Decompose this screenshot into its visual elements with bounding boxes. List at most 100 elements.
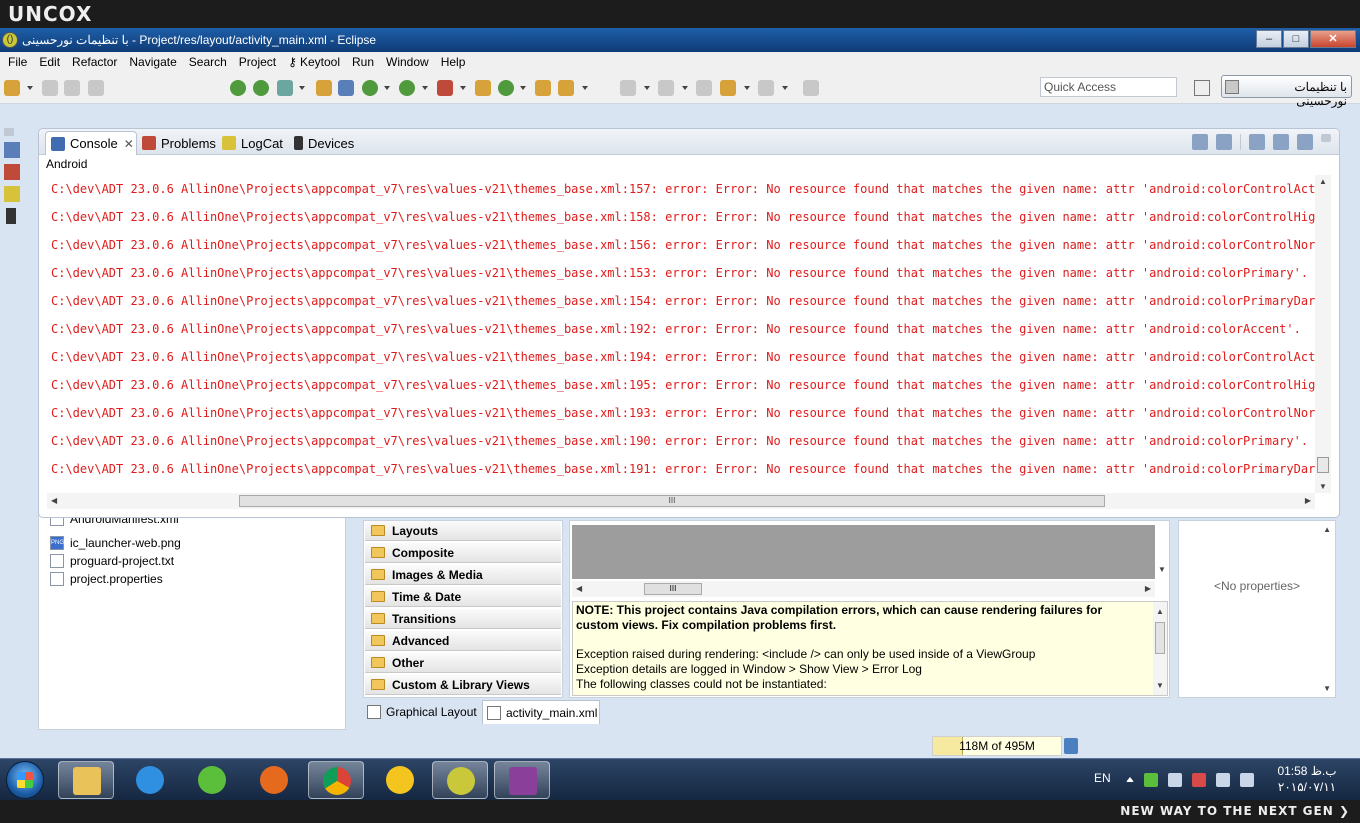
error-line[interactable]: Exception details are logged in Window >…	[576, 662, 1164, 677]
scroll-up-icon[interactable]: ▲	[1319, 177, 1327, 186]
new-java-package-icon[interactable]	[475, 80, 491, 96]
scrollbar-thumb[interactable]	[1155, 622, 1165, 654]
lint-check-icon[interactable]	[277, 80, 293, 96]
scroll-right-icon[interactable]: ▶	[1305, 496, 1311, 505]
taskbar-app[interactable]	[494, 761, 550, 799]
canvas-horizontal-scrollbar[interactable]: ◀ III ▶	[572, 581, 1155, 597]
tab-console[interactable]: Console ✕	[45, 131, 137, 155]
maximize-button[interactable]: □	[1283, 30, 1309, 48]
taskbar-app[interactable]	[432, 761, 488, 799]
scroll-lock-icon[interactable]	[1216, 134, 1232, 150]
logcat-side-icon[interactable]	[4, 186, 20, 202]
scroll-up-icon[interactable]: ▲	[1323, 525, 1331, 534]
previous-annotation-dropdown-icon[interactable]	[682, 86, 688, 90]
quick-access-input[interactable]: Quick Access	[1040, 77, 1177, 97]
action-center-icon[interactable]	[1192, 773, 1206, 787]
debug-icon[interactable]	[362, 80, 378, 96]
garbage-collect-icon[interactable]	[1064, 738, 1078, 754]
close-button[interactable]: ✕	[1310, 30, 1356, 48]
next-annotation-dropdown-icon[interactable]	[644, 86, 650, 90]
menu-run[interactable]: Run	[348, 55, 382, 69]
pin-editor-icon[interactable]	[803, 80, 819, 96]
taskbar-app[interactable]	[246, 761, 302, 799]
network-icon[interactable]	[1240, 773, 1254, 787]
menu-navigate[interactable]: Navigate	[125, 55, 184, 69]
pin-console-icon[interactable]	[1249, 134, 1265, 150]
next-annotation-icon[interactable]	[620, 80, 636, 96]
minimize-view-icon[interactable]	[1321, 134, 1331, 142]
open-type-icon[interactable]	[535, 80, 551, 96]
tab-graphical-layout[interactable]: Graphical Layout	[363, 700, 479, 724]
file-item[interactable]: project.properties	[50, 570, 163, 588]
new-android-project-icon[interactable]	[316, 80, 332, 96]
scroll-left-icon[interactable]: ◀	[576, 584, 582, 593]
android-avd-manager-icon[interactable]	[253, 80, 269, 96]
new-class-dropdown-icon[interactable]	[520, 86, 526, 90]
outline-icon[interactable]	[4, 164, 20, 180]
menu-project[interactable]: Project	[235, 55, 284, 69]
taskbar-app[interactable]	[58, 761, 114, 799]
package-explorer-icon[interactable]	[4, 142, 20, 158]
lint-dropdown-icon[interactable]	[299, 86, 305, 90]
open-perspective-icon[interactable]	[1194, 80, 1210, 96]
last-edit-location-icon[interactable]	[696, 80, 712, 96]
scroll-right-icon[interactable]: ▶	[1145, 584, 1151, 593]
back-icon[interactable]	[720, 80, 736, 96]
menu-file[interactable]: File	[4, 55, 35, 69]
language-indicator[interactable]: EN	[1094, 771, 1111, 785]
menu-search[interactable]: Search	[185, 55, 235, 69]
debug-dropdown-icon[interactable]	[384, 86, 390, 90]
scrollbar-thumb[interactable]: III	[239, 495, 1105, 507]
tab-logcat[interactable]: LogCat	[217, 131, 289, 155]
palette-category-images-media[interactable]: Images & Media	[365, 565, 561, 585]
taskbar-app[interactable]	[122, 761, 178, 799]
android-sdk-manager-icon[interactable]	[230, 80, 246, 96]
scroll-left-icon[interactable]: ◀	[51, 496, 57, 505]
external-tools-icon[interactable]	[437, 80, 453, 96]
palette-category-advanced[interactable]: Advanced	[365, 631, 561, 651]
tray-app-icon[interactable]	[1144, 773, 1158, 787]
layout-canvas[interactable]	[572, 525, 1155, 579]
run-icon[interactable]	[399, 80, 415, 96]
clock[interactable]: ب.ظ 01:58 ۲۰۱۵/۰۷/۱۱	[1272, 763, 1342, 795]
scroll-down-icon[interactable]: ▼	[1323, 684, 1331, 693]
taskbar-app[interactable]	[372, 761, 428, 799]
taskbar-app[interactable]	[308, 761, 364, 799]
show-hidden-icons-icon[interactable]	[1126, 777, 1134, 782]
eclipse-app-icon[interactable]: ()	[2, 32, 18, 48]
menu-help[interactable]: Help	[437, 55, 474, 69]
canvas-scroll-down-icon[interactable]: ▼	[1158, 565, 1166, 574]
menu-keytool[interactable]: ⚷ Keytool	[284, 55, 348, 69]
console-vertical-scrollbar[interactable]: ▲ ▼	[1315, 175, 1331, 493]
file-item[interactable]: PNG ic_launcher-web.png	[50, 534, 181, 552]
note-vertical-scrollbar[interactable]: ▲ ▼	[1153, 602, 1167, 695]
scrollbar-thumb[interactable]: III	[644, 583, 702, 595]
new-java-class-icon[interactable]	[498, 80, 514, 96]
palette-category-other[interactable]: Other	[365, 653, 561, 673]
volume-icon[interactable]	[1216, 773, 1230, 787]
open-console-icon[interactable]	[1297, 134, 1313, 150]
usb-device-icon[interactable]	[1168, 773, 1182, 787]
previous-annotation-icon[interactable]	[658, 80, 674, 96]
file-item[interactable]: proguard-project.txt	[50, 552, 174, 570]
heap-status[interactable]: 118M of 495M	[932, 736, 1062, 756]
tab-devices[interactable]: Devices	[289, 131, 369, 155]
skip-breakpoints-icon[interactable]	[338, 80, 354, 96]
menu-window[interactable]: Window	[382, 55, 437, 69]
palette-category-layouts[interactable]: Layouts	[365, 521, 561, 541]
new-icon[interactable]	[4, 80, 20, 96]
palette-category-time-date[interactable]: Time & Date	[365, 587, 561, 607]
search-dropdown-icon[interactable]	[582, 86, 588, 90]
title-bar[interactable]: () با تنظیمات نورحسینی - Project/res/lay…	[0, 28, 1360, 52]
search-tool-icon[interactable]	[558, 80, 574, 96]
clear-console-icon[interactable]	[1192, 134, 1208, 150]
tab-problems[interactable]: Problems	[137, 131, 219, 155]
devices-side-icon[interactable]	[6, 208, 16, 224]
display-console-icon[interactable]	[1273, 134, 1289, 150]
back-dropdown-icon[interactable]	[744, 86, 750, 90]
print-icon[interactable]	[88, 80, 104, 96]
palette-category-custom-library-views[interactable]: Custom & Library Views	[365, 675, 561, 695]
save-all-icon[interactable]	[64, 80, 80, 96]
restore-icon[interactable]	[4, 128, 14, 136]
taskbar-app[interactable]	[184, 761, 240, 799]
